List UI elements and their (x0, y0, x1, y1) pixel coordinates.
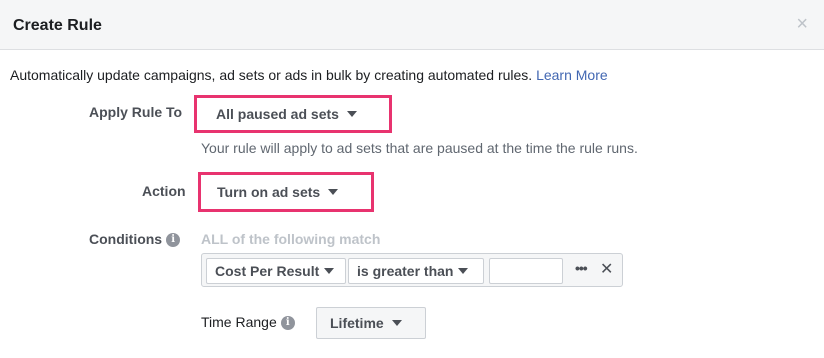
time-range-label: Time Range i (201, 314, 295, 331)
dialog-description: Automatically update campaigns, ad sets … (10, 67, 608, 83)
more-options-icon[interactable]: ••• (575, 260, 588, 276)
chevron-down-icon (346, 111, 357, 117)
chevron-down-icon (458, 268, 469, 274)
time-range-label-text: Time Range (201, 314, 277, 330)
operator-dropdown[interactable]: is greater than (348, 258, 484, 284)
action-dropdown-label: Turn on ad sets (217, 184, 321, 200)
action-label: Action (142, 183, 186, 199)
time-range-dropdown-label: Lifetime (330, 315, 384, 331)
chevron-down-icon (328, 189, 339, 195)
create-rule-dialog: Create Rule × Automatically update campa… (0, 0, 824, 358)
operator-dropdown-label: is greater than (357, 263, 454, 279)
dialog-header: Create Rule × (0, 0, 824, 50)
close-icon[interactable]: × (796, 14, 808, 34)
chevron-down-icon (391, 320, 402, 326)
condition-value-input[interactable] (489, 258, 563, 284)
learn-more-link[interactable]: Learn More (536, 67, 608, 83)
condition-row: Cost Per Result is greater than ••• ✕ (201, 253, 623, 287)
description-text: Automatically update campaigns, ad sets … (10, 67, 533, 83)
apply-rule-label: Apply Rule To (89, 104, 183, 120)
chevron-down-icon (324, 268, 335, 274)
info-icon[interactable]: i (166, 233, 181, 248)
time-range-dropdown[interactable]: Lifetime (316, 307, 426, 339)
apply-rule-dropdown[interactable]: All paused ad sets (203, 101, 383, 127)
conditions-label-text: Conditions (89, 231, 163, 247)
conditions-label: Conditions i (89, 231, 181, 248)
action-dropdown[interactable]: Turn on ad sets (206, 179, 364, 205)
metric-dropdown-label: Cost Per Result (215, 263, 320, 279)
remove-condition-icon[interactable]: ✕ (600, 259, 613, 279)
conditions-hint: ALL of the following match (201, 231, 381, 247)
dialog-title: Create Rule (13, 17, 102, 34)
apply-rule-dropdown-label: All paused ad sets (216, 106, 339, 122)
apply-rule-hint: Your rule will apply to ad sets that are… (201, 140, 638, 156)
info-icon[interactable]: i (280, 316, 295, 331)
metric-dropdown[interactable]: Cost Per Result (206, 258, 346, 284)
